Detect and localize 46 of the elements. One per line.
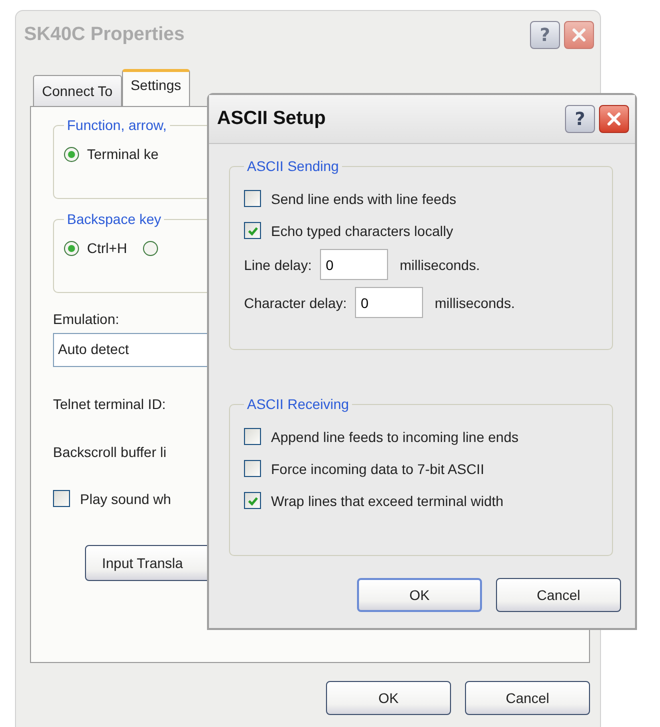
emulation-label: Emulation: xyxy=(53,311,120,327)
checkbox[interactable] xyxy=(244,190,261,207)
close-button[interactable] xyxy=(564,21,594,49)
help-button[interactable]: ? xyxy=(565,105,595,133)
radio-button[interactable] xyxy=(64,240,79,256)
input-field[interactable]: 0 xyxy=(320,249,388,280)
telnet-id-label: Telnet terminal ID: xyxy=(53,396,166,412)
cancel-button[interactable]: Cancel xyxy=(465,681,590,715)
tab[interactable]: Settings xyxy=(122,69,190,106)
ok-button[interactable]: OK xyxy=(357,578,482,612)
dialog-title: ASCII Setup xyxy=(217,108,326,130)
radio-button[interactable] xyxy=(64,146,79,162)
unit-label: milliseconds. xyxy=(434,294,515,310)
radio-button[interactable] xyxy=(143,240,158,256)
checkbox-label[interactable]: Append line feeds to incoming line ends xyxy=(271,428,519,444)
checkbox[interactable] xyxy=(244,492,261,509)
checkbox-label[interactable]: Send line ends with line feeds xyxy=(271,190,456,206)
close-button[interactable] xyxy=(599,105,629,133)
cancel-button[interactable]: Cancel xyxy=(496,578,621,612)
window-title: SK40C Properties xyxy=(24,24,185,46)
radio-label[interactable]: Terminal ke xyxy=(87,146,159,162)
checkbox-label[interactable]: Wrap lines that exceed terminal width xyxy=(271,492,504,508)
group-title: Function, arrow, xyxy=(66,117,168,133)
tab[interactable]: Connect To xyxy=(33,75,122,106)
input-field[interactable]: 0 xyxy=(354,287,423,318)
delay-label: Line delay: xyxy=(244,256,312,272)
checkbox[interactable] xyxy=(244,428,261,445)
checkbox-label[interactable]: Force incoming data to 7-bit ASCII xyxy=(271,460,484,476)
checkbox[interactable] xyxy=(244,460,261,477)
close-icon xyxy=(571,27,587,43)
check-icon xyxy=(246,494,258,506)
delay-label: Character delay: xyxy=(244,294,347,310)
close-icon xyxy=(606,111,622,127)
help-button[interactable]: ? xyxy=(530,21,560,49)
checkbox[interactable] xyxy=(244,222,261,239)
unit-label: milliseconds. xyxy=(400,256,480,272)
check-icon xyxy=(246,224,258,236)
group-title: ASCII Sending xyxy=(246,158,340,174)
checkbox[interactable] xyxy=(53,490,70,507)
group-title: Backspace key xyxy=(66,211,162,227)
ok-button[interactable]: OK xyxy=(326,681,451,715)
radio-label[interactable]: Ctrl+H xyxy=(87,240,128,256)
backscroll-label: Backscroll buffer li xyxy=(53,444,166,460)
checkbox-label[interactable]: Play sound wh xyxy=(80,490,172,506)
checkbox-label[interactable]: Echo typed characters locally xyxy=(271,222,454,238)
group-title: ASCII Receiving xyxy=(246,396,350,412)
